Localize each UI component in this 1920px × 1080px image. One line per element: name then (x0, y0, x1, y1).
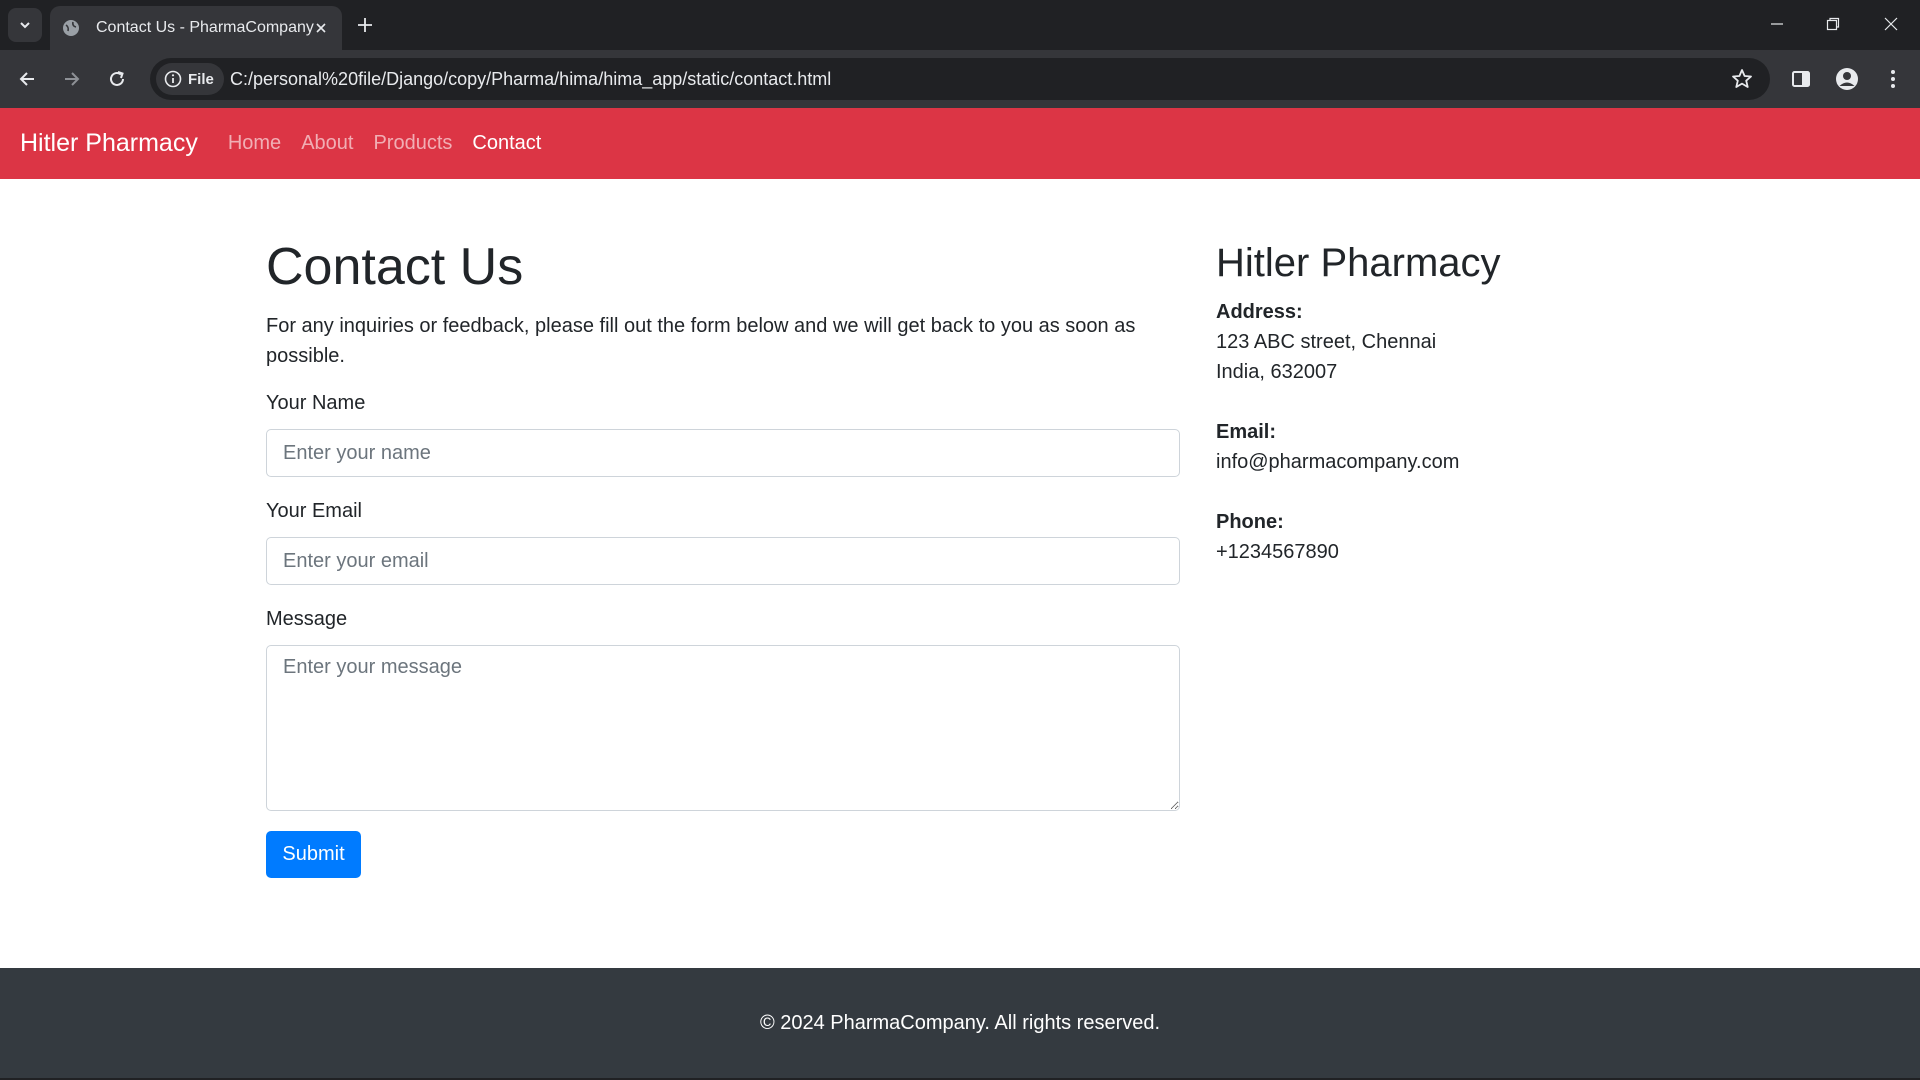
new-tab-button[interactable] (352, 12, 378, 38)
close-icon (1884, 17, 1898, 31)
phone-info-value: +1234567890 (1216, 541, 1339, 563)
message-textarea[interactable] (266, 645, 1180, 811)
side-panel-icon (1792, 71, 1810, 87)
globe-icon (62, 19, 80, 37)
chevron-down-icon (20, 22, 30, 29)
site-info-chip[interactable]: File (156, 63, 224, 95)
restore-button[interactable] (1810, 6, 1856, 42)
nav-link-contact[interactable]: Contact (472, 132, 541, 155)
info-icon (164, 70, 182, 88)
sidebar-title: Hitler Pharmacy (1216, 241, 1501, 285)
tab-close-icon[interactable] (314, 17, 328, 39)
navbar-brand[interactable]: Hitler Pharmacy (20, 129, 198, 158)
url-text[interactable]: C:/personal%20file/Django/copy/Pharma/hi… (230, 69, 831, 90)
email-info-label: Email: (1216, 421, 1277, 443)
browser-tab[interactable]: Contact Us - PharmaCompany (50, 6, 342, 50)
footer-copyright: © 2024 PharmaCompany. All rights reserve… (759, 1011, 1161, 1034)
nav-link-products[interactable]: Products (373, 132, 452, 155)
intro-text: For any inquiries or feedback, please fi… (266, 315, 1136, 367)
minimize-button[interactable] (1754, 6, 1800, 42)
site-navbar: Hitler Pharmacy Home About Products Cont… (0, 108, 1920, 179)
minimize-icon (1771, 23, 1783, 25)
page-title: Contact Us (266, 238, 524, 296)
close-window-button[interactable] (1868, 6, 1914, 42)
address-bar[interactable]: File C:/personal%20file/Django/copy/Phar… (150, 58, 1770, 100)
browser-toolbar: File C:/personal%20file/Django/copy/Phar… (0, 50, 1920, 108)
restore-icon (1826, 17, 1840, 31)
nav-links: Home About Products Contact (218, 132, 552, 155)
email-input[interactable] (266, 537, 1180, 585)
back-button[interactable] (9, 61, 45, 97)
more-vertical-icon (1891, 70, 1895, 88)
reload-icon (110, 71, 124, 86)
site-footer: © 2024 PharmaCompany. All rights reserve… (0, 968, 1920, 1078)
browser-tabstrip: Contact Us - PharmaCompany (0, 0, 1920, 50)
name-label: Your Name (266, 392, 366, 414)
forward-button[interactable] (54, 61, 90, 97)
message-label: Message (266, 608, 348, 630)
phone-info-label: Phone: (1216, 511, 1284, 533)
address-line-1: 123 ABC street, Chennai (1216, 331, 1437, 353)
name-input[interactable] (266, 429, 1180, 477)
address-line-2: India, 632007 (1216, 361, 1338, 383)
email-label: Your Email (266, 500, 362, 522)
profile-icon (1836, 68, 1858, 90)
bookmark-star-icon[interactable] (1730, 67, 1754, 91)
submit-button[interactable]: Submit (266, 831, 361, 878)
nav-link-about[interactable]: About (301, 132, 353, 155)
email-info-value: info@pharmacompany.com (1216, 451, 1460, 473)
site-chip-label: File (188, 70, 214, 88)
address-label: Address: (1216, 301, 1303, 323)
profile-button[interactable] (1830, 62, 1864, 96)
arrow-left-icon (19, 72, 34, 86)
reload-button[interactable] (99, 61, 135, 97)
nav-link-home[interactable]: Home (228, 132, 281, 155)
plus-icon (358, 18, 372, 32)
menu-button[interactable] (1876, 62, 1910, 96)
arrow-right-icon (65, 72, 80, 86)
tab-title: Contact Us - PharmaCompany (96, 19, 314, 36)
tab-search-button[interactable] (8, 8, 42, 42)
side-panel-button[interactable] (1784, 62, 1818, 96)
